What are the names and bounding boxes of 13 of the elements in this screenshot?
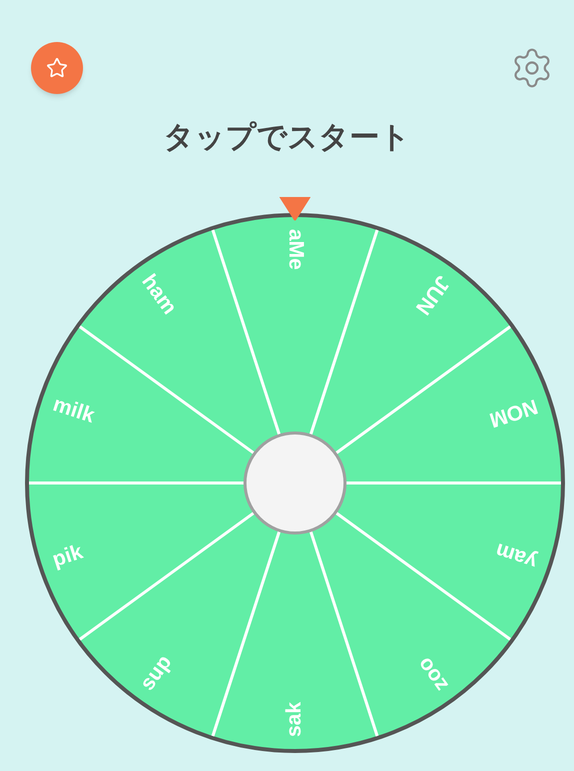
roulette-wheel[interactable] [25,213,565,753]
segment-label: milk [50,392,98,428]
pointer-icon [280,197,310,220]
segment-label: sup [136,650,176,695]
segment-label: zoo [412,653,453,696]
star-icon [46,57,68,79]
segment-label: aMe [284,229,308,270]
segment-label: sak [282,702,306,737]
segment-label: NOM [486,394,540,432]
segment-label: pik [50,540,86,572]
start-prompt: タップでスタート [162,120,412,156]
segment-label: yam [492,538,540,574]
favorites-button[interactable] [31,42,83,94]
